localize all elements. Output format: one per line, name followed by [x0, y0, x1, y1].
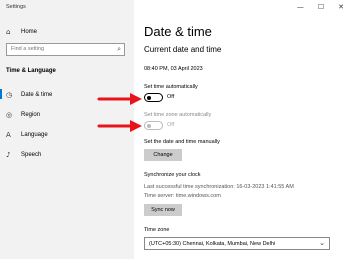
- time-zone-select[interactable]: (UTC+05:30) Chennai, Kolkata, Mumbai, Ne…: [144, 237, 330, 250]
- sidebar-item-date-time[interactable]: ◷ Date & time: [0, 89, 53, 99]
- search-input[interactable]: Find a setting ⌕: [6, 43, 125, 56]
- set-time-auto-toggle[interactable]: [144, 93, 163, 102]
- chevron-down-icon: ⌄: [319, 239, 325, 247]
- minimize-button[interactable]: —: [297, 2, 304, 12]
- clock-icon: ◷: [6, 91, 13, 99]
- toggle-knob: [147, 123, 151, 128]
- search-icon[interactable]: ⌕: [117, 45, 121, 54]
- main-content: — ☐ ✕ Date & time Current date and time …: [134, 0, 350, 259]
- sync-now-button[interactable]: Sync now: [144, 204, 182, 216]
- sidebar-item-label: Region: [21, 112, 41, 118]
- set-time-auto-label: Set time automatically: [144, 84, 198, 90]
- annotation-arrow-icon: [97, 120, 142, 132]
- window-title: Settings: [6, 4, 26, 10]
- set-zone-auto-toggle[interactable]: [144, 121, 163, 130]
- current-date-heading: Current date and time: [144, 45, 222, 54]
- sidebar-item-speech[interactable]: ♪ Speech: [6, 151, 41, 159]
- current-date-value: 08:40 PM, 03 April 2023: [144, 66, 203, 72]
- annotation-arrow-icon: [97, 93, 142, 105]
- sidebar-item-label: Date & time: [21, 92, 53, 98]
- time-server-text: Time server: time.windows.com: [144, 193, 221, 199]
- section-title: Time & Language: [6, 68, 56, 74]
- set-zone-auto-state: Off: [167, 122, 175, 128]
- sidebar-item-label: Language: [21, 132, 48, 138]
- time-zone-label: Time zone: [144, 227, 170, 233]
- microphone-icon: ♪: [6, 151, 11, 159]
- change-button[interactable]: Change: [144, 149, 182, 161]
- sidebar-item-region[interactable]: ◎ Region: [6, 111, 40, 119]
- globe-icon: ◎: [6, 111, 13, 119]
- set-zone-auto-label: Set time zone automatically: [144, 112, 212, 118]
- sidebar-item-label: Home: [21, 29, 38, 35]
- sidebar-item-home[interactable]: ⌂ Home: [6, 28, 37, 36]
- manual-set-label: Set the date and time manually: [144, 139, 220, 145]
- window-controls: — ☐ ✕: [297, 2, 344, 12]
- sidebar-item-label: Speech: [21, 152, 42, 158]
- language-icon: A: [6, 131, 11, 139]
- last-sync-text: Last successful time synchronization: 16…: [144, 184, 294, 190]
- page-title: Date & time: [144, 24, 212, 39]
- sidebar-item-language[interactable]: A Language: [6, 131, 48, 139]
- time-zone-value: (UTC+05:30) Chennai, Kolkata, Mumbai, Ne…: [149, 240, 276, 247]
- home-icon: ⌂: [6, 28, 11, 36]
- toggle-knob: [147, 95, 151, 100]
- set-time-auto-state: Off: [167, 94, 175, 100]
- sync-heading: Synchronize your clock: [144, 172, 201, 178]
- search-placeholder: Find a setting: [11, 46, 45, 52]
- maximize-button[interactable]: ☐: [318, 2, 324, 12]
- close-button[interactable]: ✕: [338, 2, 344, 12]
